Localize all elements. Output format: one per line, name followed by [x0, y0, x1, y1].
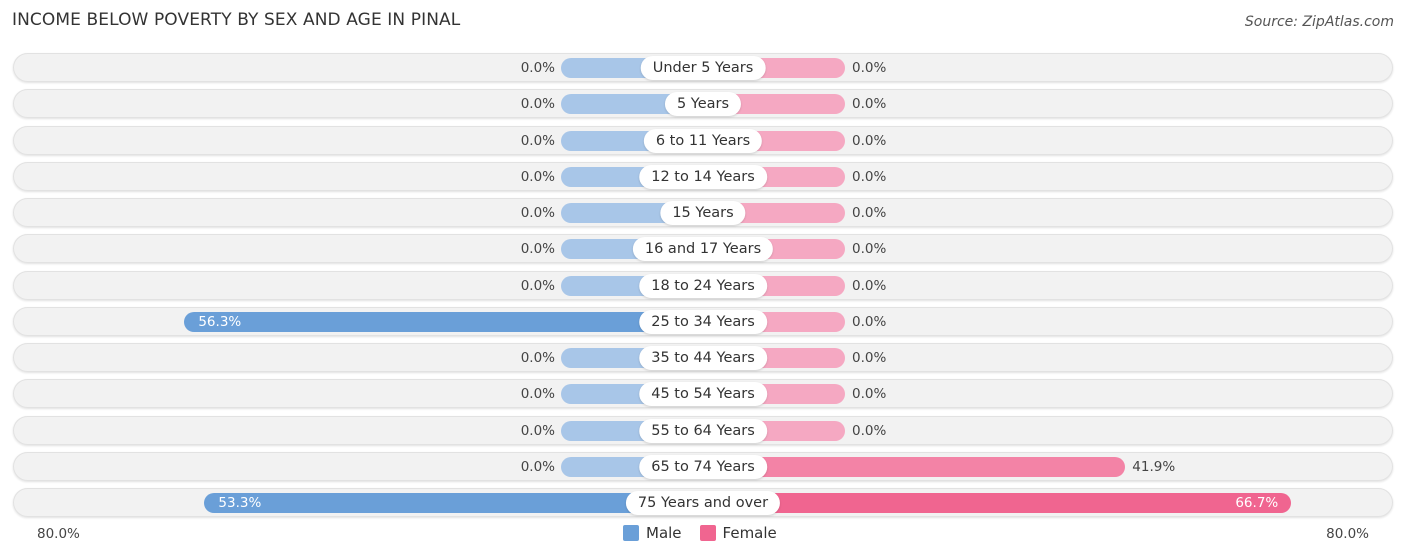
legend-swatch-male	[623, 525, 639, 541]
axis-label-left: 80.0%	[37, 526, 80, 542]
value-label-male: 0.0%	[520, 169, 555, 185]
chart-area: 0.0% 0.0% Under 5 Years 0.0% 0.0% 5 Years 0.0%…	[0, 0, 1406, 559]
value-label-male: 0.0%	[520, 96, 555, 112]
value-label-female: 0.0%	[852, 96, 887, 112]
category-label: 16 and 17 Years	[632, 237, 774, 261]
category-label: 15 Years	[660, 201, 746, 225]
value-label-male: 0.0%	[520, 423, 555, 439]
category-label: 25 to 34 Years	[639, 310, 767, 334]
category-label: 65 to 74 Years	[639, 455, 767, 479]
bar-male[interactable]	[184, 312, 703, 332]
value-label-female: 0.0%	[852, 169, 887, 185]
value-label-female: 0.0%	[852, 60, 887, 76]
category-label: 12 to 14 Years	[639, 165, 767, 189]
value-label-female: 0.0%	[852, 350, 887, 366]
axis-label-right: 80.0%	[1326, 526, 1369, 542]
category-label: 35 to 44 Years	[639, 346, 767, 370]
bar-female[interactable]	[703, 493, 1292, 513]
value-label-female: 0.0%	[852, 278, 887, 294]
legend: Male Female	[623, 524, 787, 542]
value-label-male: 0.0%	[520, 133, 555, 149]
value-label-male: 0.0%	[520, 386, 555, 402]
category-label: Under 5 Years	[640, 56, 766, 80]
legend-swatch-female	[699, 525, 716, 541]
category-label: 5 Years	[664, 92, 742, 116]
legend-label-male: Male	[646, 524, 682, 542]
value-label-female: 0.0%	[852, 386, 887, 402]
value-label-female: 0.0%	[852, 205, 887, 221]
value-label-female: 0.0%	[852, 314, 887, 330]
category-label: 55 to 64 Years	[639, 419, 767, 443]
value-label-male: 56.3%	[198, 314, 242, 330]
value-label-male: 53.3%	[218, 495, 262, 511]
value-label-male: 0.0%	[520, 60, 555, 76]
value-label-female: 66.7%	[1235, 495, 1279, 511]
category-label: 6 to 11 Years	[643, 129, 763, 153]
value-label-female: 0.0%	[852, 423, 887, 439]
legend-item-female[interactable]: Female	[699, 524, 777, 542]
value-label-male: 0.0%	[520, 205, 555, 221]
category-label: 18 to 24 Years	[639, 274, 767, 298]
category-label: 45 to 54 Years	[639, 382, 767, 406]
value-label-female: 0.0%	[852, 133, 887, 149]
value-label-male: 0.0%	[520, 241, 555, 257]
legend-item-male[interactable]: Male	[623, 524, 682, 542]
value-label-male: 0.0%	[520, 350, 555, 366]
value-label-female: 0.0%	[852, 241, 887, 257]
value-label-male: 0.0%	[520, 459, 555, 475]
value-label-female: 41.9%	[1132, 459, 1176, 475]
category-label: 75 Years and over	[625, 491, 781, 515]
value-label-male: 0.0%	[520, 278, 555, 294]
legend-label-female: Female	[722, 524, 777, 542]
